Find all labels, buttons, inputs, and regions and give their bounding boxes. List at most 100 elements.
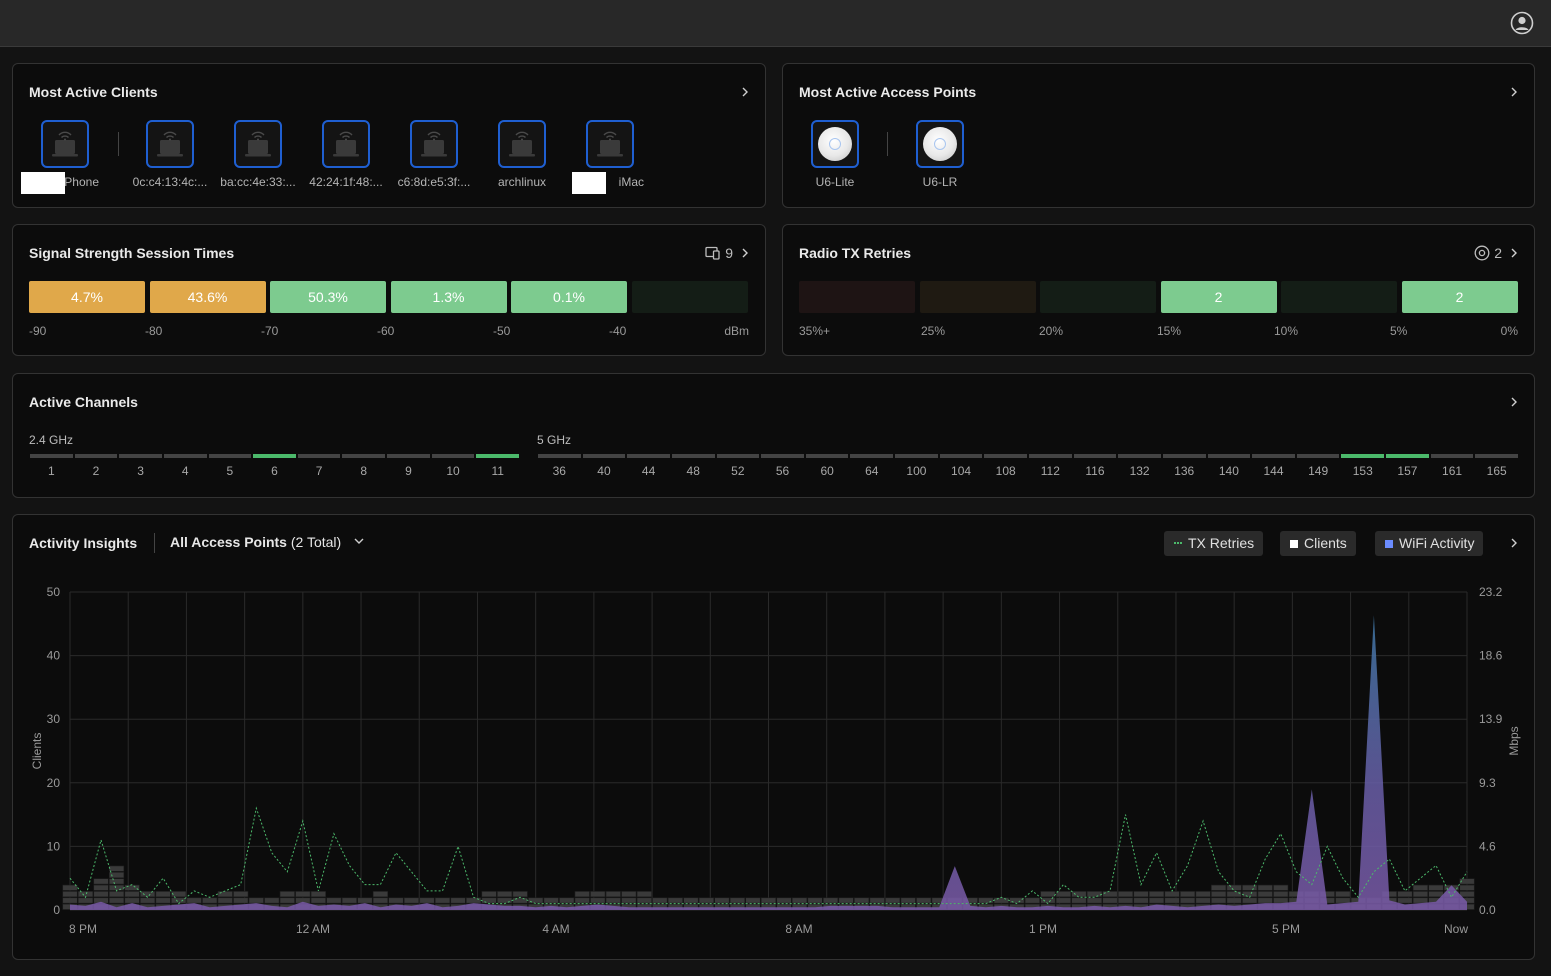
- range-segment[interactable]: [1040, 281, 1156, 313]
- range-segment[interactable]: [1281, 281, 1397, 313]
- channel-bar[interactable]: [1475, 454, 1518, 458]
- range-segment[interactable]: [631, 281, 748, 313]
- clients-bar-block: [1335, 891, 1351, 898]
- client-count-value: 9: [725, 245, 733, 261]
- channel-bar[interactable]: [1252, 454, 1295, 458]
- clients-bar-block: [683, 897, 699, 904]
- access-point-icon: [811, 120, 859, 168]
- clients-bar-block: [1071, 891, 1087, 898]
- channel-bar[interactable]: [716, 454, 760, 458]
- channel-bar[interactable]: [582, 454, 626, 458]
- clients-bar-block: [807, 897, 823, 904]
- radio-tx-retries-card: Radio TX Retries 2 2 2 35%+ 25% 20% 15% 10% 5% 0…: [782, 224, 1535, 356]
- clients-bar-block: [1273, 897, 1289, 904]
- channel-bar[interactable]: [1341, 454, 1385, 458]
- channel-bar[interactable]: [939, 454, 983, 458]
- x-tick-label: 4 AM: [542, 922, 569, 936]
- channel-number: 108: [995, 464, 1016, 478]
- range-segment[interactable]: 2: [1401, 281, 1518, 313]
- channel-bar[interactable]: [805, 454, 849, 458]
- client-item[interactable]: 0c:c4:13:4c:...: [125, 120, 215, 189]
- channel-bar[interactable]: [671, 454, 715, 458]
- channel-bar[interactable]: [30, 454, 73, 458]
- clients-bar-block: [1211, 891, 1227, 898]
- clients-bar-block: [326, 897, 342, 904]
- y-right-tick-label: 0.0: [1479, 903, 1496, 917]
- channel-number: 132: [1129, 464, 1150, 478]
- activity-chart[interactable]: 50 40 30 20 10 0 23.2 18.6 13.9 9.3 4.6 0.0 Clients M…: [13, 515, 1536, 961]
- clients-bar-block: [171, 891, 187, 898]
- range-segment[interactable]: 4.7%: [29, 281, 145, 313]
- channel-bar[interactable]: [387, 454, 430, 458]
- clients-bar-block: [1133, 897, 1149, 904]
- client-item[interactable]: 42:24:1f:48:...: [301, 120, 391, 189]
- chevron-right-icon[interactable]: [1508, 86, 1520, 98]
- clients-bar-block: [885, 897, 901, 904]
- ap-item[interactable]: U6-LR: [895, 120, 985, 189]
- range-segment[interactable]: [919, 281, 1036, 313]
- channel-bar[interactable]: [761, 454, 804, 458]
- band-5-label: 5 GHz: [537, 433, 572, 447]
- range-tick-label: 25%: [921, 324, 946, 338]
- laptop-wifi-icon: [234, 120, 282, 168]
- chevron-right-icon[interactable]: [739, 86, 751, 98]
- client-item[interactable]: iMac: [565, 120, 655, 194]
- channel-bar[interactable]: [1430, 454, 1474, 458]
- channel-bar[interactable]: [1073, 454, 1117, 458]
- channel-bar[interactable]: [1029, 454, 1072, 458]
- channel-number: 6: [271, 464, 278, 478]
- channel-bar[interactable]: [1118, 454, 1161, 458]
- range-segment[interactable]: 43.6%: [149, 281, 266, 313]
- channel-bar[interactable]: [476, 454, 519, 458]
- range-segment[interactable]: 2: [1160, 281, 1277, 313]
- clients-bar-block: [1117, 891, 1134, 898]
- channel-bar[interactable]: [431, 454, 475, 458]
- clients-bar-block: [714, 897, 730, 904]
- channel-bar[interactable]: [74, 454, 118, 458]
- clients-bar-block: [1102, 897, 1118, 904]
- signal-strength-card: Signal Strength Session Times 9 4.7% 43.6…: [12, 224, 766, 356]
- clients-bar-block: [310, 891, 326, 898]
- laptop-wifi-icon: [322, 120, 370, 168]
- channel-bar[interactable]: [342, 454, 386, 458]
- channel-number: 60: [820, 464, 834, 478]
- chevron-right-icon[interactable]: [1508, 396, 1520, 408]
- clients-bar-block: [171, 897, 187, 904]
- client-item[interactable]: ba:cc:4e:33:...: [213, 120, 303, 189]
- client-item[interactable]: c6:8d:e5:3f:...: [389, 120, 479, 189]
- range-segment[interactable]: 0.1%: [511, 281, 627, 313]
- clients-bar-block: [745, 897, 761, 904]
- channel-bar[interactable]: [538, 454, 581, 458]
- client-count[interactable]: 9: [705, 245, 733, 261]
- ap-item[interactable]: U6-Lite: [790, 120, 880, 189]
- channel-bar[interactable]: [1296, 454, 1340, 458]
- chevron-right-icon[interactable]: [739, 247, 751, 259]
- channel-bar[interactable]: [208, 454, 252, 458]
- channel-number: 136: [1174, 464, 1195, 478]
- range-segment[interactable]: 50.3%: [270, 281, 386, 313]
- channel-bar[interactable]: [1207, 454, 1251, 458]
- channel-bar[interactable]: [253, 454, 296, 458]
- clients-bar-block: [1412, 891, 1428, 898]
- channel-bar[interactable]: [163, 454, 207, 458]
- channel-bar[interactable]: [297, 454, 341, 458]
- clients-bar-block: [1397, 891, 1413, 898]
- clients-bar-block: [77, 897, 94, 904]
- channel-bar[interactable]: [984, 454, 1027, 458]
- radio-count[interactable]: 2: [1474, 245, 1502, 261]
- channel-bar[interactable]: [850, 454, 894, 458]
- y-right-tick-label: 13.9: [1479, 712, 1503, 726]
- clients-bar-block: [388, 897, 404, 904]
- chevron-right-icon[interactable]: [1508, 247, 1520, 259]
- client-item[interactable]: archlinux: [477, 120, 567, 189]
- user-circle-icon[interactable]: [1510, 11, 1534, 35]
- client-label: archlinux: [497, 175, 547, 189]
- range-segment[interactable]: [799, 281, 915, 313]
- channel-bar[interactable]: [1162, 454, 1206, 458]
- channel-bar[interactable]: [895, 454, 938, 458]
- range-segment[interactable]: 1.3%: [390, 281, 507, 313]
- channel-bar[interactable]: [119, 454, 162, 458]
- client-item[interactable]: iPhone: [20, 120, 110, 194]
- channel-bar[interactable]: [627, 454, 670, 458]
- channel-bar[interactable]: [1386, 454, 1429, 458]
